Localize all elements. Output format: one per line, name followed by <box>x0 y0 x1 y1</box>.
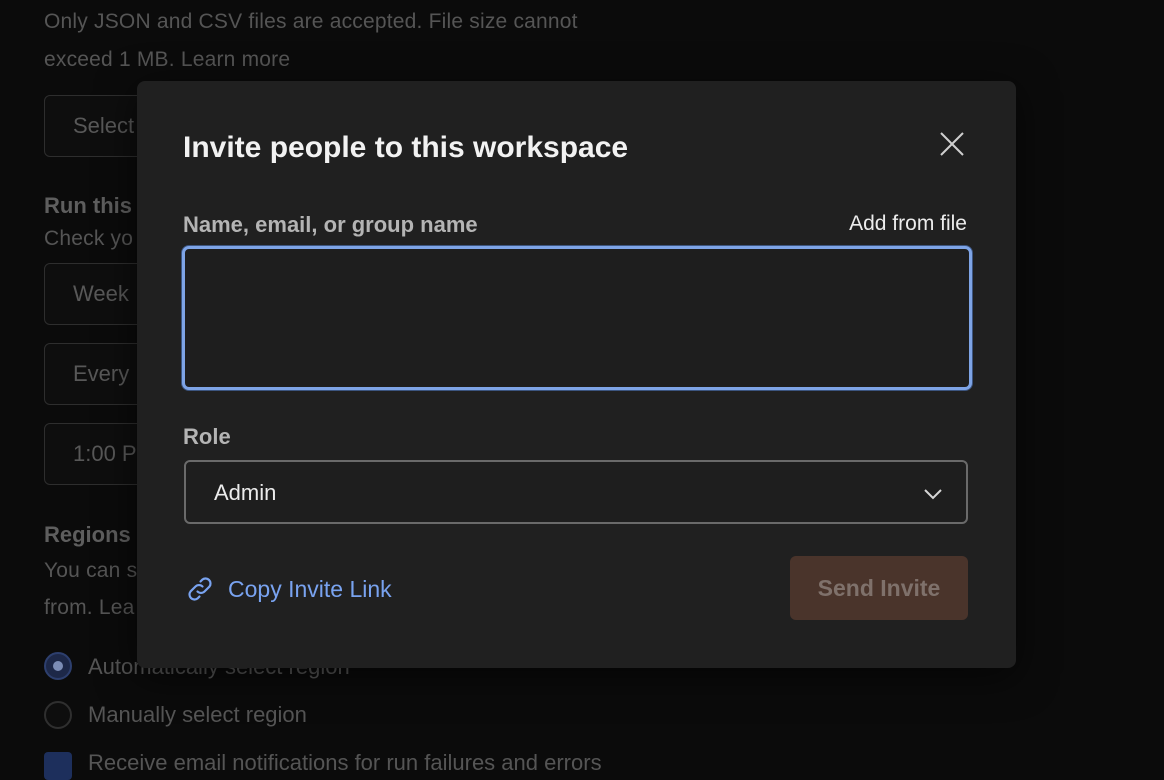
role-select[interactable]: Admin <box>184 460 968 524</box>
email-notifications-label: Receive email notifications for run fail… <box>88 750 602 775</box>
role-label: Role <box>183 424 231 449</box>
link-icon <box>188 577 212 601</box>
chevron-down-icon <box>924 489 942 500</box>
email-notifications-checkbox[interactable] <box>44 752 72 780</box>
regions-description-line1: You can s <box>44 559 138 582</box>
schedule-time-value: 1:00 P <box>73 441 137 466</box>
regions-description-line2: from. Lea <box>44 596 135 619</box>
file-note-line2: exceed 1 MB. Learn more <box>44 48 291 71</box>
run-description: Check yo <box>44 227 134 250</box>
close-icon <box>940 132 964 156</box>
file-note-line1: Only JSON and CSV files are accepted. Fi… <box>44 10 578 33</box>
schedule-interval-value: Every <box>73 361 130 386</box>
invite-field-label: Name, email, or group name <box>183 212 478 237</box>
close-button[interactable] <box>935 127 969 161</box>
modal-title: Invite people to this workspace <box>183 131 629 164</box>
radio-manual-region[interactable] <box>44 701 72 729</box>
schedule-frequency-value: Week <box>73 281 129 306</box>
invite-input[interactable] <box>182 246 972 390</box>
copy-invite-link-label: Copy Invite Link <box>228 575 392 602</box>
run-heading: Run this <box>44 193 132 218</box>
role-select-value: Admin <box>214 480 277 505</box>
send-invite-button[interactable]: Send Invite <box>790 556 968 620</box>
regions-heading: Regions <box>44 522 131 547</box>
invite-modal: Invite people to this workspace Name, em… <box>137 81 1016 668</box>
select-file-label: Select <box>73 113 135 138</box>
copy-invite-link[interactable]: Copy Invite Link <box>184 571 392 607</box>
radio-manual-region-label: Manually select region <box>88 702 307 727</box>
add-from-file-link[interactable]: Add from file <box>849 212 967 236</box>
radio-auto-region[interactable] <box>44 652 72 680</box>
